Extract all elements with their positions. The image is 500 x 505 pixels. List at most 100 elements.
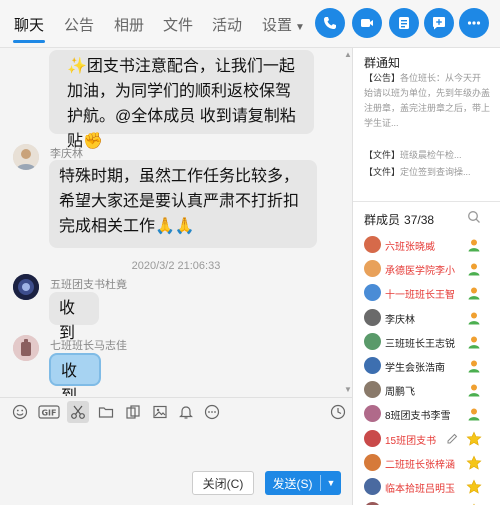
phone-icon: [324, 17, 336, 29]
phone-call-button[interactable]: [315, 8, 345, 38]
bell-icon[interactable]: [177, 403, 195, 421]
member-avatar: [364, 478, 381, 495]
notice-tag: 【公告】: [364, 73, 401, 83]
member-avatar: [364, 284, 381, 302]
member-name: 8班团支书李雪: [385, 411, 451, 423]
member-name: 临本拾班吕明玉: [385, 484, 455, 495]
more-circle-icon[interactable]: [203, 403, 221, 421]
close-button[interactable]: 关闭(C): [192, 471, 254, 495]
message-bubble: ✨团支书注意配合，让我们一起加油，为同学们的顺利返校保驾护航。@全体成员 收到请…: [49, 50, 314, 150]
scroll-up-icon[interactable]: ▲: [344, 50, 352, 59]
edit-icon[interactable]: [446, 432, 459, 445]
member-row[interactable]: 临本拾班吕明玉: [353, 476, 500, 498]
user-icon: [468, 408, 480, 421]
more-options-button[interactable]: [459, 8, 489, 38]
members-title: 群成员: [364, 213, 401, 227]
screenshot-icon[interactable]: [124, 403, 142, 421]
member-name: 六班张晓威: [385, 242, 435, 253]
user-icon: [468, 263, 480, 276]
message-text: 收到: [59, 300, 76, 342]
folder-icon[interactable]: [97, 403, 115, 421]
member-row[interactable]: 十一班班长王智: [353, 282, 500, 304]
course-button[interactable]: [389, 8, 419, 38]
star-icon: [466, 455, 482, 470]
tab-settings-label: 设置: [262, 17, 293, 34]
avatar[interactable]: [13, 274, 39, 300]
member-row[interactable]: 李庆林: [353, 307, 500, 329]
member-avatar: [364, 357, 381, 374]
member-name: 十一班班长王智: [385, 290, 455, 302]
member-row[interactable]: 15班团支书: [353, 428, 500, 450]
more-icon: [467, 21, 481, 25]
message-sender: 李庆林: [50, 148, 83, 160]
file-tag: 【文件】: [364, 150, 401, 160]
member-avatar: [364, 308, 381, 326]
section-divider: [353, 201, 500, 202]
tab-album[interactable]: 相册: [114, 14, 144, 35]
user-icon: [468, 239, 480, 252]
chevron-down-icon[interactable]: ▼: [321, 478, 341, 488]
course-icon: [399, 17, 409, 29]
message-timestamp: 2020/3/2 21:06:33: [131, 260, 221, 272]
tab-chat[interactable]: 聊天: [14, 14, 44, 35]
video-call-icon: [361, 19, 373, 27]
member-name: 李庆林: [385, 314, 415, 326]
tab-settings[interactable]: 设置 ▼: [262, 14, 305, 35]
history-icon[interactable]: [329, 403, 347, 421]
add-chat-button[interactable]: [424, 8, 454, 38]
send-button[interactable]: 发送(S) ▼: [265, 471, 341, 495]
scissors-icon[interactable]: [67, 401, 89, 423]
file-name: 班级晨检午检...: [400, 150, 462, 160]
file-tag: 【文件】: [364, 167, 401, 177]
member-avatar: [364, 453, 381, 471]
star-icon: [466, 431, 482, 446]
member-avatar: [364, 429, 381, 447]
tab-files[interactable]: 文件: [163, 14, 193, 35]
tab-announcements[interactable]: 公告: [64, 14, 94, 35]
member-name: 承德医学院李小: [385, 266, 455, 278]
star-icon: [466, 479, 482, 494]
member-row[interactable]: 二班班长张梓涵: [353, 452, 500, 474]
scroll-down-icon[interactable]: ▼: [344, 385, 352, 394]
send-button-label: 发送(S): [272, 476, 313, 491]
user-icon: [468, 287, 480, 300]
member-row[interactable]: 三班班长王志锐: [353, 331, 500, 353]
message-bubble: 特殊时期，虽然工作任务比较多，希望大家还是要认真严肃不打折扣完成相关工作🙏🙏: [49, 160, 317, 248]
user-icon: [468, 360, 480, 373]
member-row[interactable]: 学生会张浩南: [353, 355, 500, 377]
group-notice-body[interactable]: 【公告】各位班长：从今天开始请以班为单位，先到年级办盖注册章，盖完注册章之后，带…: [364, 71, 490, 131]
member-avatar: [364, 405, 381, 423]
member-name: 学生会张浩南: [385, 363, 445, 374]
message-list[interactable]: ✨团支书注意配合，让我们一起加油，为同学们的顺利返校保驾护航。@全体成员 收到请…: [0, 48, 352, 396]
message-bubble: 收到: [49, 353, 101, 396]
member-row[interactable]: 承德医学院李小: [353, 258, 500, 280]
gif-icon[interactable]: GIF: [38, 403, 60, 421]
search-icon[interactable]: [467, 210, 481, 224]
message-input[interactable]: 关闭(C) 发送(S) ▼: [0, 425, 352, 505]
video-call-button[interactable]: [352, 8, 382, 38]
member-name: 周鹏飞: [385, 387, 415, 399]
emoji-icon[interactable]: [11, 403, 29, 421]
chevron-down-icon: ▼: [295, 22, 305, 33]
message-text: 收到: [61, 363, 78, 396]
notice-file-item[interactable]: 【文件】班级晨检午检...: [364, 148, 462, 161]
avatar[interactable]: [13, 335, 39, 361]
message-text: 特殊时期，虽然工作任务比较多，希望大家还是要认真严肃不打折扣完成相关工作🙏🙏: [59, 168, 300, 235]
member-row[interactable]: 六班张晓威: [353, 234, 500, 256]
add-chat-icon: [433, 17, 445, 30]
notice-file-item[interactable]: 【文件】定位签到查询操...: [364, 165, 471, 178]
member-row[interactable]: 8班团支书李雪: [353, 403, 500, 425]
input-toolbar: GIF: [0, 397, 352, 425]
member-row[interactable]: 周鹏飞: [353, 379, 500, 401]
member-row[interactable]: 一班班班长: [353, 500, 500, 505]
qq-group-chat-window: 聊天 公告 相册 文件 活动 设置 ▼ ✨团支书注意配合，让我们一起加油，为同学们…: [0, 0, 500, 505]
image-icon[interactable]: [151, 403, 169, 421]
member-avatar: [364, 236, 381, 253]
tab-activities[interactable]: 活动: [212, 14, 242, 35]
member-avatar: [364, 332, 381, 350]
avatar[interactable]: [13, 144, 39, 170]
user-icon: [468, 312, 480, 325]
group-info-panel: 群通知 【公告】各位班长：从今天开始请以班为单位，先到年级办盖注册章，盖完注册章…: [353, 48, 500, 505]
message-sender: 七班班长马志佳: [50, 340, 127, 352]
user-icon: [468, 384, 480, 397]
